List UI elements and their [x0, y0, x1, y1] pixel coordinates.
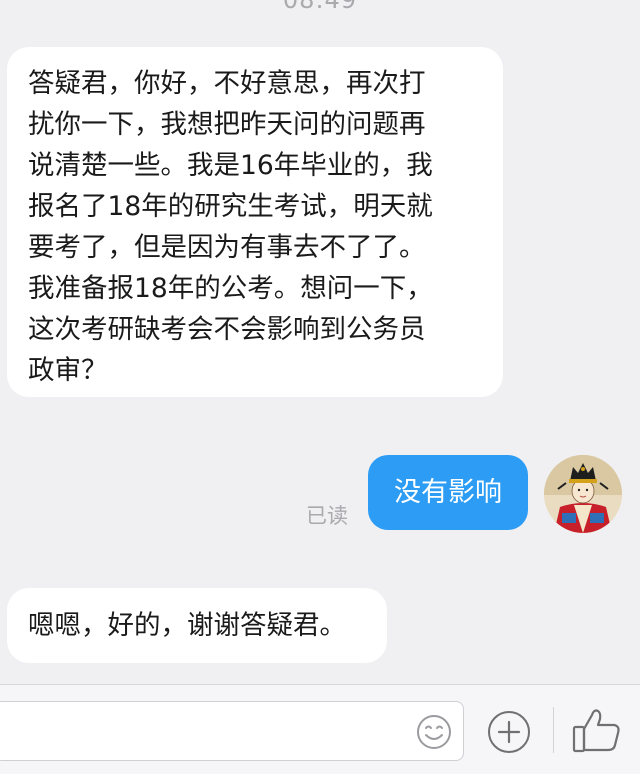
smiley-face-icon	[417, 715, 451, 749]
emoji-button[interactable]	[416, 714, 452, 750]
avatar-portrait-icon	[544, 455, 622, 533]
avatar[interactable]	[544, 455, 622, 533]
message-line: 说清楚一些。我是16年毕业的，我	[28, 150, 433, 181]
message-line: 答疑君，你好，不好意思，再次打	[28, 68, 426, 99]
plus-circle-icon	[488, 711, 530, 753]
message-timestamp: 08:49	[282, 0, 358, 14]
input-bar	[0, 684, 640, 774]
toolbar-divider	[553, 707, 554, 753]
message-line: 要考了，但是因为有事去不了了。	[28, 232, 426, 263]
message-line: 扰你一下，我想把昨天问的问题再	[28, 109, 426, 140]
like-button[interactable]	[570, 703, 624, 757]
more-options-button[interactable]	[487, 710, 531, 754]
incoming-message-bubble[interactable]: 嗯嗯，好的，谢谢答疑君。	[7, 588, 387, 663]
message-line: 我准备报18年的公考。想问一下，	[28, 273, 433, 304]
incoming-message-bubble[interactable]: 答疑君，你好，不好意思，再次打 扰你一下，我想把昨天问的问题再 说清楚一些。我是…	[7, 47, 503, 397]
chat-screen: 08:49 答疑君，你好，不好意思，再次打 扰你一下，我想把昨天问的问题再 说清…	[0, 0, 640, 774]
message-line: 这次考研缺考会不会影响到公务员	[28, 314, 426, 345]
outgoing-message-bubble[interactable]: 没有影响	[368, 455, 528, 530]
read-receipt: 已读	[306, 504, 348, 528]
message-line: 报名了18年的研究生考试，明天就	[28, 191, 433, 222]
message-line: 政审？	[28, 355, 108, 386]
thumbs-up-icon	[572, 709, 620, 753]
message-input[interactable]	[0, 701, 464, 761]
